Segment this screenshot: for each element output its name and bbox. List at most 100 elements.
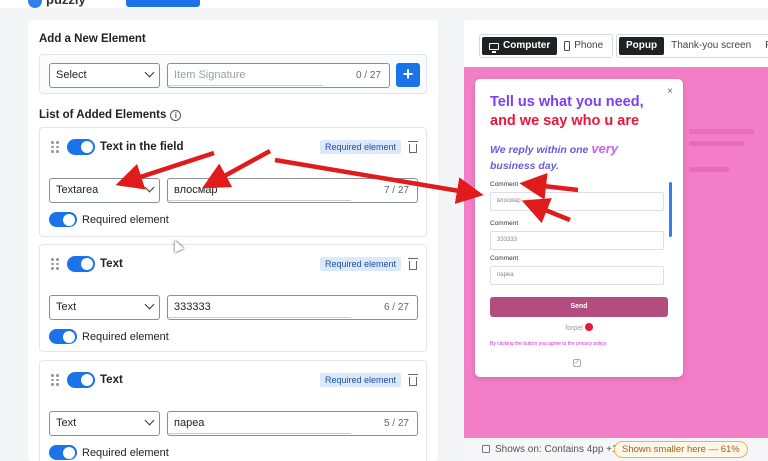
element-type-select[interactable]: Text <box>49 295 160 320</box>
privacy-note: By clicking the button you agree to the … <box>490 341 608 347</box>
element-title: Text <box>100 374 123 386</box>
element-signature-input[interactable]: парea 5 / 27 <box>167 411 418 436</box>
required-label: Required element <box>82 447 169 459</box>
drag-handle-icon[interactable] <box>51 374 59 386</box>
char-counter: 7 / 27 <box>383 185 409 196</box>
background-placeholder <box>689 141 744 146</box>
popup-subheading-emphasis: very <box>591 141 619 156</box>
element-title: Text <box>100 258 123 270</box>
background-placeholder <box>689 167 729 172</box>
element-type-select-value: Text <box>56 417 77 429</box>
element-signature-value: парea <box>174 417 205 429</box>
required-toggle[interactable] <box>49 329 77 344</box>
background-placeholder <box>689 129 754 134</box>
required-badge: Required element <box>319 257 401 271</box>
info-icon[interactable]: i <box>170 110 182 121</box>
shows-on-text: Shows on: Contains 4pp +1 <box>495 444 618 455</box>
element-type-select[interactable]: Textarea <box>49 178 160 203</box>
shows-on[interactable]: Shows on: Contains 4pp +1 <box>482 444 618 455</box>
char-counter: 5 / 27 <box>383 418 409 429</box>
add-element-button[interactable]: + <box>396 63 420 87</box>
device-computer-label: Computer <box>503 40 551 51</box>
popup-form: × Tell us what you need, and we say who … <box>475 79 683 377</box>
popup-heading-line1: Tell us what you need, <box>490 94 644 110</box>
comment-field[interactable]: 333333 <box>490 231 664 250</box>
popup-preview: × Tell us what you need, and we say who … <box>464 67 768 438</box>
top-action-button[interactable] <box>126 0 200 7</box>
trash-icon[interactable] <box>408 141 418 153</box>
element-card: Text Required element Text 333333 6 / 27… <box>39 244 427 352</box>
item-signature-input[interactable]: Item Signature 0 / 27 <box>167 63 390 88</box>
element-enabled-toggle[interactable] <box>67 139 95 155</box>
field-label: Comment <box>490 220 519 227</box>
add-element-box: Select Item Signature 0 / 27 + <box>39 54 427 94</box>
element-signature-input[interactable]: 333333 6 / 27 <box>167 295 418 320</box>
input-underline <box>168 317 351 318</box>
drag-handle-icon[interactable] <box>51 258 59 270</box>
input-underline <box>168 200 351 201</box>
char-counter: 6 / 27 <box>383 302 409 313</box>
required-toggle[interactable] <box>49 445 77 460</box>
device-computer-tab[interactable]: Computer <box>482 37 558 55</box>
brand-icon <box>584 323 593 331</box>
top-bar: puzzly <box>0 0 768 8</box>
logo-icon <box>28 0 42 8</box>
scrollbar[interactable] <box>669 182 672 237</box>
chevron-down-icon <box>144 299 155 310</box>
char-counter: 0 / 27 <box>355 70 381 81</box>
element-signature-input[interactable]: влосмар 7 / 27 <box>167 178 418 203</box>
chevron-down-icon <box>144 67 155 78</box>
close-icon[interactable]: × <box>667 86 673 97</box>
element-enabled-toggle[interactable] <box>67 256 95 272</box>
required-toggle[interactable] <box>49 212 77 227</box>
required-badge: Required element <box>319 373 401 387</box>
chevron-down-icon <box>144 182 155 193</box>
element-signature-value: влосмар <box>174 184 218 196</box>
required-badge: Required element <box>319 140 401 154</box>
element-type-select-value: Select <box>56 69 87 81</box>
device-switch: Computer Phone <box>479 34 614 58</box>
add-element-title: Add a New Element <box>39 33 146 45</box>
device-phone-tab[interactable]: Phone <box>557 37 610 55</box>
plus-icon: + <box>402 64 414 84</box>
element-type-select-value: Text <box>56 301 77 313</box>
screen-switch: Popup Thank-you screen Flo <box>616 34 768 58</box>
popup-subheading-part1: We reply within one <box>490 144 592 156</box>
element-card: Text Required element Text парea 5 / 27 … <box>39 360 427 461</box>
tab-floating[interactable]: Flo <box>758 37 768 55</box>
logo-text: puzzly <box>46 0 86 7</box>
powered-by: forpel <box>475 323 683 332</box>
element-enabled-toggle[interactable] <box>67 372 95 388</box>
element-title: Text in the field <box>100 141 184 153</box>
popup-heading-line2: and we say who u are <box>490 113 640 129</box>
popup-subheading: We reply within one very business day. <box>490 141 660 174</box>
chevron-down-icon <box>144 415 155 426</box>
drag-handle-icon[interactable] <box>51 141 59 153</box>
send-button[interactable]: Send <box>490 297 668 317</box>
powered-by-text: forpel <box>565 325 583 332</box>
external-link-icon <box>482 445 490 453</box>
elements-panel: Add a New Element Select Item Signature … <box>28 20 438 461</box>
field-label: Comment <box>490 181 519 188</box>
tab-popup[interactable]: Popup <box>619 37 665 55</box>
comment-field[interactable]: парea <box>490 266 664 285</box>
check-icon: ✓ <box>573 359 581 367</box>
scale-badge: Shown smaller here — 61% <box>614 441 748 458</box>
input-underline <box>168 85 323 86</box>
trash-icon[interactable] <box>408 258 418 270</box>
list-title: List of Added Elements i <box>39 109 182 121</box>
trash-icon[interactable] <box>408 374 418 386</box>
element-type-select[interactable]: Select <box>49 63 160 88</box>
field-label: Comment <box>490 255 519 262</box>
preview-footer: Shows on: Contains 4pp +1 Shown smaller … <box>464 438 768 461</box>
device-phone-label: Phone <box>574 40 604 51</box>
popup-subheading-part2: business day. <box>490 160 560 172</box>
tab-thank-you[interactable]: Thank-you screen <box>664 37 758 55</box>
list-title-text: List of Added Elements <box>39 109 167 121</box>
phone-icon <box>564 41 571 51</box>
input-underline <box>168 433 351 434</box>
element-type-select[interactable]: Text <box>49 411 160 436</box>
comment-field[interactable]: влосмар <box>490 192 664 211</box>
element-type-select-value: Textarea <box>56 184 99 196</box>
preview-panel: Computer Phone Popup Thank-you screen Fl… <box>464 20 768 461</box>
